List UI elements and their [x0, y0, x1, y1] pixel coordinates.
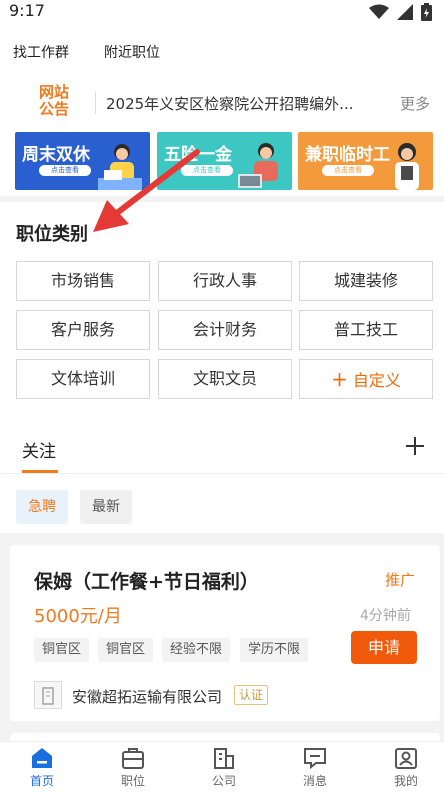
- bottom-nav-label: 消息: [302, 774, 327, 788]
- announcement-bar[interactable]: 网站 公告 2025年义安区检察院公开招聘编外... 更多: [0, 74, 444, 130]
- banner-part-time[interactable]: 兼职临时工 点击查看: [298, 132, 433, 190]
- bottom-nav: 首页 职位 公司 消息 我的: [0, 741, 444, 795]
- category-sports-training[interactable]: 文体培训: [16, 359, 150, 399]
- job-category-section: 职位类别 市场销售 行政人事 城建装修 客户服务 会计财务 普工技工 文体培训 …: [0, 149, 444, 415]
- message-icon: [304, 748, 326, 770]
- filter-urgent[interactable]: 急聘: [16, 490, 68, 524]
- job-feed: 保姆（工作餐+节日福利） 推广 5000元/月 4分钟前 铜官区 铜官区 经验不…: [0, 533, 444, 733]
- status-icons: [369, 3, 432, 21]
- category-marketing-sales[interactable]: 市场销售: [16, 261, 150, 301]
- signal-icon: [397, 4, 413, 20]
- bottom-nav-messages[interactable]: 消息: [285, 746, 345, 789]
- verified-badge: 认证: [234, 685, 269, 705]
- briefcase-icon: [122, 748, 144, 769]
- bottom-nav-label: 首页: [29, 774, 54, 788]
- category-construction[interactable]: 城建装修: [299, 261, 433, 301]
- wifi-icon: [369, 4, 389, 19]
- person-illustration-icon: [238, 143, 278, 188]
- category-admin-hr[interactable]: 行政人事: [158, 261, 292, 301]
- job-salary: 5000元/月: [34, 606, 122, 627]
- promoted-badge: 推广: [385, 571, 416, 589]
- bottom-nav-label: 公司: [211, 774, 236, 788]
- bottom-nav-company[interactable]: 公司: [194, 746, 254, 789]
- plus-icon: +: [331, 367, 348, 391]
- job-tag: 学历不限: [240, 638, 309, 662]
- announcement-text[interactable]: 2025年义安区检察院公开招聘编外...: [106, 93, 381, 114]
- company-name[interactable]: 安徽超拓运输有限公司: [72, 686, 222, 707]
- apply-button[interactable]: 申请: [351, 631, 417, 664]
- building-icon: [214, 748, 234, 769]
- company-logo: [34, 681, 62, 709]
- bottom-nav-jobs[interactable]: 职位: [103, 746, 163, 789]
- job-tag: 铜官区: [98, 638, 154, 662]
- person-illustration-icon: [395, 143, 419, 190]
- category-accounting[interactable]: 会计财务: [158, 310, 292, 350]
- bottom-nav-home[interactable]: 首页: [12, 746, 72, 789]
- bottom-nav-label: 职位: [120, 774, 145, 788]
- announcement-logo-line2: 公告: [38, 100, 69, 118]
- filter-latest[interactable]: 最新: [80, 490, 132, 524]
- category-custom-button[interactable]: + 自定义: [299, 359, 433, 399]
- job-title: 保姆（工作餐+节日福利）: [34, 571, 259, 593]
- category-customer-service[interactable]: 客户服务: [16, 310, 150, 350]
- nav-nearby-jobs[interactable]: 附近职位: [104, 42, 160, 62]
- category-clerical[interactable]: 文职文员: [158, 359, 292, 399]
- category-general-labor[interactable]: 普工技工: [299, 310, 433, 350]
- add-icon[interactable]: [404, 435, 426, 457]
- custom-label: 自定义: [352, 371, 401, 390]
- tab-bar: 关注: [0, 415, 444, 473]
- banner-title: 兼职临时工: [305, 145, 390, 165]
- banner-pill: 点击查看: [322, 165, 374, 176]
- announcement-more-link[interactable]: 更多: [400, 93, 430, 114]
- bottom-nav-profile[interactable]: 我的: [376, 746, 436, 789]
- status-bar: 9:17: [0, 0, 444, 26]
- announcement-logo-line1: 网站: [38, 83, 69, 101]
- banner-title: 周末双休: [22, 145, 90, 165]
- bottom-nav-label: 我的: [393, 774, 418, 788]
- tab-follow[interactable]: 关注: [22, 437, 56, 462]
- job-card[interactable]: 保姆（工作餐+节日福利） 推广 5000元/月 4分钟前 铜官区 铜官区 经验不…: [10, 545, 440, 721]
- home-icon: [32, 748, 52, 768]
- section-title: 职位类别: [16, 224, 88, 245]
- top-nav: 找工作群 附近职位: [0, 26, 444, 74]
- divider: [95, 92, 96, 114]
- filter-bar: 急聘 最新: [0, 473, 444, 533]
- building-icon: [42, 687, 54, 705]
- banner-row: 周末双休 点击查看 五险一金 点击查看 兼职临时工 点击查看: [0, 130, 444, 196]
- job-posted-time: 4分钟前: [360, 608, 411, 624]
- nav-job-group[interactable]: 找工作群: [13, 42, 69, 62]
- annotation-arrow-icon: [93, 149, 200, 232]
- job-tag: 铜官区: [34, 638, 90, 662]
- status-time: 9:17: [9, 1, 45, 20]
- job-tag: 经验不限: [162, 638, 231, 662]
- profile-icon: [395, 748, 417, 769]
- announcement-logo: 网站 公告: [34, 84, 74, 118]
- banner-pill: 点击查看: [39, 165, 91, 176]
- battery-icon: [421, 3, 432, 21]
